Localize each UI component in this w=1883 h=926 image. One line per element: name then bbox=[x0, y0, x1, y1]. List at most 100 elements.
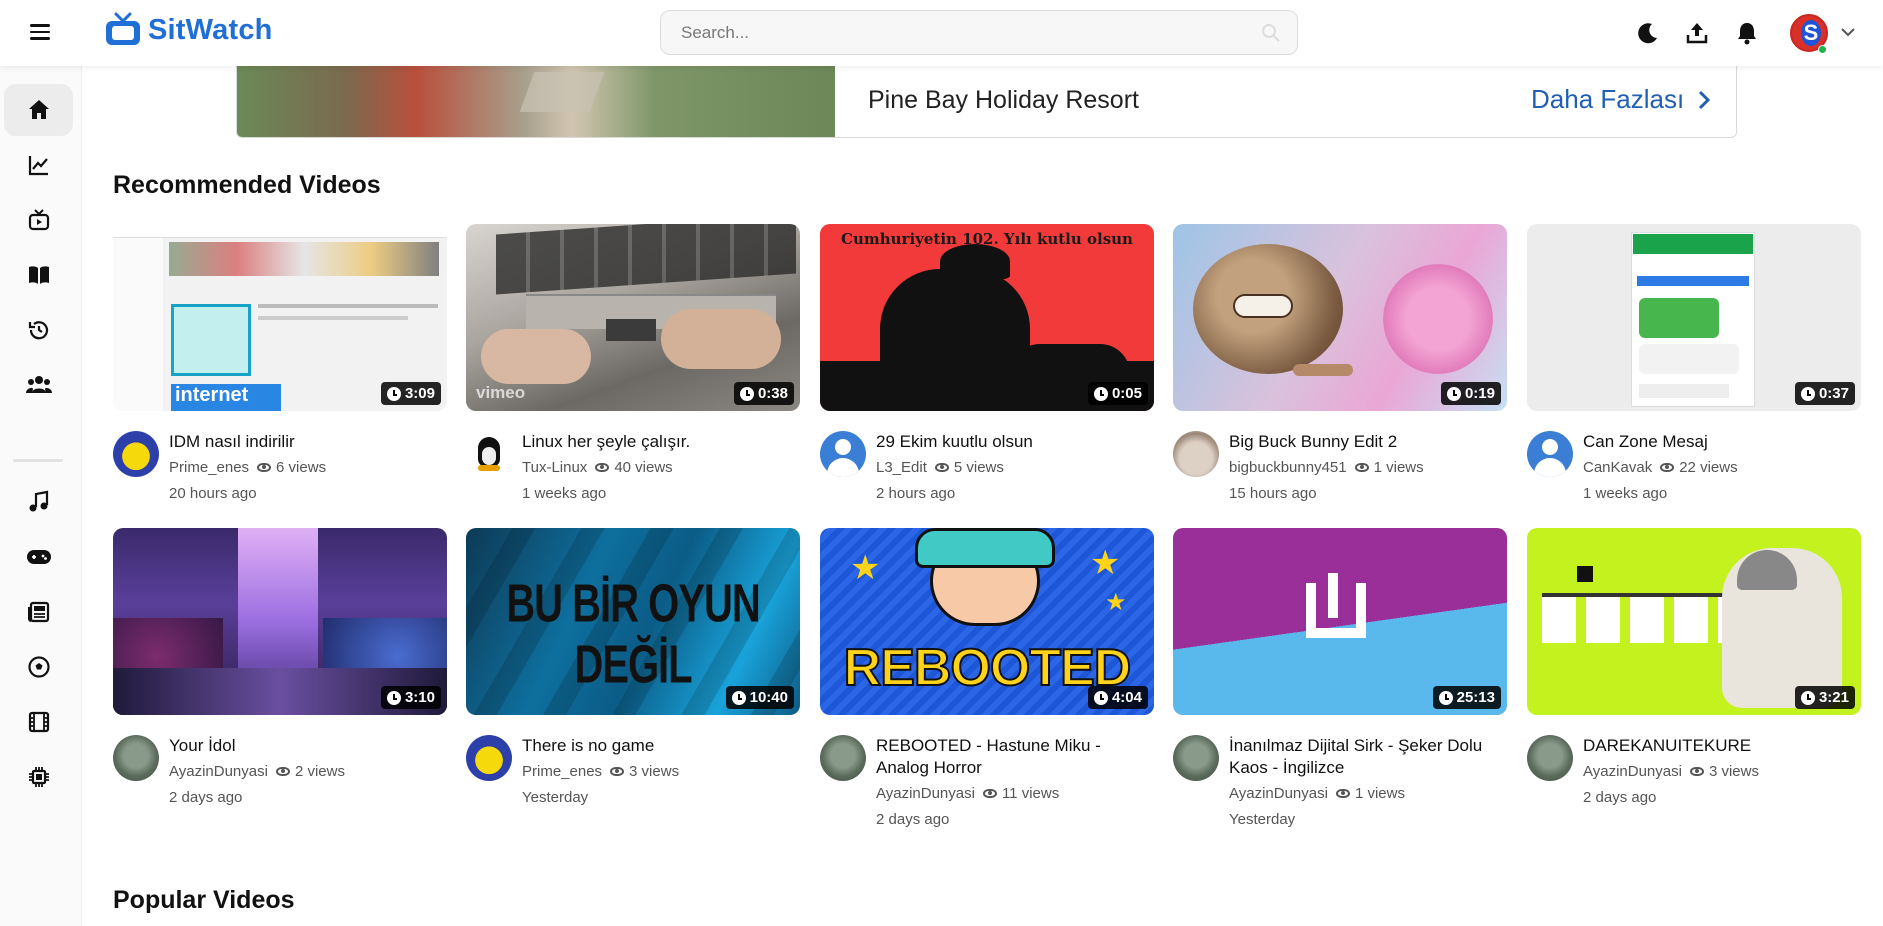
video-card[interactable]: 0:37 Can Zone Mesaj CanKavak 22 views 1 w… bbox=[1527, 224, 1861, 502]
bell-icon[interactable] bbox=[1734, 20, 1760, 46]
banner-more-label: Daha Fazlası bbox=[1531, 84, 1685, 114]
clock-icon bbox=[1093, 386, 1108, 401]
upload-time: 15 hours ago bbox=[1229, 485, 1317, 502]
video-title[interactable]: Big Buck Bunny Edit 2 bbox=[1229, 431, 1505, 453]
video-card[interactable]: vimeo 0:38 Linux her şeyle çalışır. Tux-… bbox=[466, 224, 800, 502]
channel-avatar[interactable] bbox=[820, 735, 866, 781]
sidebar-item-technology[interactable] bbox=[4, 751, 73, 803]
channel-name[interactable]: Tux-Linux bbox=[522, 459, 587, 476]
eye-icon bbox=[595, 463, 610, 472]
channel-name[interactable]: AyazinDunyasi bbox=[169, 763, 268, 780]
search-icon[interactable] bbox=[1261, 23, 1281, 43]
video-thumbnail[interactable]: 3:10 bbox=[113, 528, 447, 715]
banner-title: Pine Bay Holiday Resort bbox=[868, 86, 1139, 114]
video-thumbnail[interactable]: 25:13 bbox=[1173, 528, 1507, 715]
channel-avatar[interactable] bbox=[466, 431, 512, 477]
channel-name[interactable]: AyazinDunyasi bbox=[876, 785, 975, 802]
video-card[interactable]: BU BİR OYUN DEĞİL 10:40 There is no game… bbox=[466, 528, 800, 806]
video-title[interactable]: Linux her şeyle çalışır. bbox=[522, 431, 798, 453]
sidebar-item-library[interactable] bbox=[4, 249, 73, 301]
thumb-text-internet: internet bbox=[171, 384, 281, 411]
sidebar-item-trending[interactable] bbox=[4, 139, 73, 191]
community-icon bbox=[25, 376, 52, 393]
video-card[interactable]: ★ ★ ★ REBOOTED 4:04 REBOOTED - Hastune M… bbox=[820, 528, 1154, 828]
channel-name[interactable]: Prime_enes bbox=[169, 459, 249, 476]
video-title[interactable]: DAREKANUITEKURE bbox=[1583, 735, 1859, 757]
clock-icon bbox=[1093, 690, 1108, 705]
video-thumbnail[interactable]: 0:37 bbox=[1527, 224, 1861, 411]
video-duration: 0:19 bbox=[1440, 382, 1501, 405]
video-card[interactable]: Cumhuriyetin 102. Yılı kutlu olsun 0:05 … bbox=[820, 224, 1154, 502]
banner-image bbox=[237, 66, 835, 137]
video-thumbnail[interactable]: 0:19 bbox=[1173, 224, 1507, 411]
upload-icon[interactable] bbox=[1684, 20, 1710, 46]
clock-icon bbox=[739, 386, 754, 401]
video-thumbnail[interactable]: 3:21 bbox=[1527, 528, 1861, 715]
video-title[interactable]: REBOOTED - Hastune Miku - Analog Horror bbox=[876, 735, 1152, 779]
video-title[interactable]: Your İdol bbox=[169, 735, 445, 757]
video-card[interactable]: internet 3:09 IDM nasıl indirilir Prime_… bbox=[113, 224, 447, 502]
moon-icon[interactable] bbox=[1635, 20, 1661, 46]
sidebar-item-subscriptions[interactable] bbox=[4, 194, 73, 246]
upload-time: Yesterday bbox=[522, 789, 589, 806]
video-duration: 0:05 bbox=[1087, 382, 1148, 405]
video-card[interactable]: 3:10 Your İdol AyazinDunyasi 2 views 2 da… bbox=[113, 528, 447, 806]
eye-icon bbox=[982, 789, 997, 798]
music-icon bbox=[29, 490, 48, 512]
channel-avatar[interactable] bbox=[113, 735, 159, 781]
search-input[interactable] bbox=[661, 11, 1297, 54]
channel-avatar[interactable] bbox=[820, 431, 866, 477]
video-title[interactable]: Can Zone Mesaj bbox=[1583, 431, 1859, 453]
video-thumbnail[interactable]: ★ ★ ★ REBOOTED 4:04 bbox=[820, 528, 1154, 715]
clock-icon bbox=[1800, 690, 1815, 705]
channel-name[interactable]: Prime_enes bbox=[522, 763, 602, 780]
video-title[interactable]: 29 Ekim kuutlu olsun bbox=[876, 431, 1152, 453]
eye-icon bbox=[934, 463, 949, 472]
chevron-down-icon[interactable] bbox=[1840, 26, 1856, 38]
top-header: SitWatch S bbox=[0, 0, 1883, 66]
news-icon bbox=[27, 601, 49, 623]
channel-name[interactable]: bigbuckbunny451 bbox=[1229, 459, 1347, 476]
video-card[interactable]: 25:13 İnanılmaz Dijital Sirk - Şeker Dol… bbox=[1173, 528, 1507, 828]
video-thumbnail[interactable]: vimeo 0:38 bbox=[466, 224, 800, 411]
channel-avatar[interactable] bbox=[1527, 431, 1573, 477]
gaming-icon bbox=[26, 550, 51, 564]
sidebar-item-movies[interactable] bbox=[4, 696, 73, 748]
video-title[interactable]: İnanılmaz Dijital Sirk - Şeker Dolu Kaos… bbox=[1229, 735, 1505, 779]
sidebar-item-sports[interactable] bbox=[4, 641, 73, 693]
video-card[interactable]: 0:19 Big Buck Bunny Edit 2 bigbuckbunny4… bbox=[1173, 224, 1507, 502]
clock-icon bbox=[386, 386, 401, 401]
sidebar-item-home[interactable] bbox=[4, 84, 73, 136]
view-count: 3 views bbox=[1708, 763, 1759, 780]
upload-time: 2 days ago bbox=[1583, 789, 1657, 806]
sidebar-item-history[interactable] bbox=[4, 304, 73, 356]
sidebar-item-community[interactable] bbox=[4, 359, 73, 411]
video-card[interactable]: 3:21 DAREKANUITEKURE AyazinDunyasi 3 view… bbox=[1527, 528, 1861, 806]
home-icon bbox=[28, 100, 49, 119]
hamburger-menu-icon[interactable] bbox=[28, 20, 52, 44]
channel-avatar[interactable] bbox=[1173, 431, 1219, 477]
sidebar-item-gaming[interactable] bbox=[4, 531, 73, 583]
channel-name[interactable]: CanKavak bbox=[1583, 459, 1652, 476]
channel-avatar[interactable] bbox=[113, 431, 159, 477]
channel-avatar[interactable] bbox=[1527, 735, 1573, 781]
channel-avatar[interactable] bbox=[1173, 735, 1219, 781]
promo-banner[interactable]: Pine Bay Holiday Resort Daha Fazlası bbox=[236, 66, 1737, 138]
video-title[interactable]: IDM nasıl indirilir bbox=[169, 431, 445, 453]
view-count: 3 views bbox=[629, 763, 680, 780]
video-thumbnail[interactable]: BU BİR OYUN DEĞİL 10:40 bbox=[466, 528, 800, 715]
video-title[interactable]: There is no game bbox=[522, 735, 798, 757]
upload-time: 20 hours ago bbox=[169, 485, 257, 502]
banner-more-link[interactable]: Daha Fazlası bbox=[1531, 84, 1714, 115]
video-thumbnail[interactable]: Cumhuriyetin 102. Yılı kutlu olsun 0:05 bbox=[820, 224, 1154, 411]
video-thumbnail[interactable]: internet 3:09 bbox=[113, 224, 447, 411]
sidebar-item-news[interactable] bbox=[4, 586, 73, 638]
channel-name[interactable]: AyazinDunyasi bbox=[1229, 785, 1328, 802]
sidebar-item-music[interactable] bbox=[4, 476, 73, 528]
view-count: 40 views bbox=[614, 459, 673, 476]
channel-avatar[interactable] bbox=[466, 735, 512, 781]
eye-icon bbox=[257, 463, 272, 472]
channel-name[interactable]: AyazinDunyasi bbox=[1583, 763, 1682, 780]
channel-name[interactable]: L3_Edit bbox=[876, 459, 927, 476]
app-logo[interactable]: SitWatch bbox=[104, 12, 273, 48]
